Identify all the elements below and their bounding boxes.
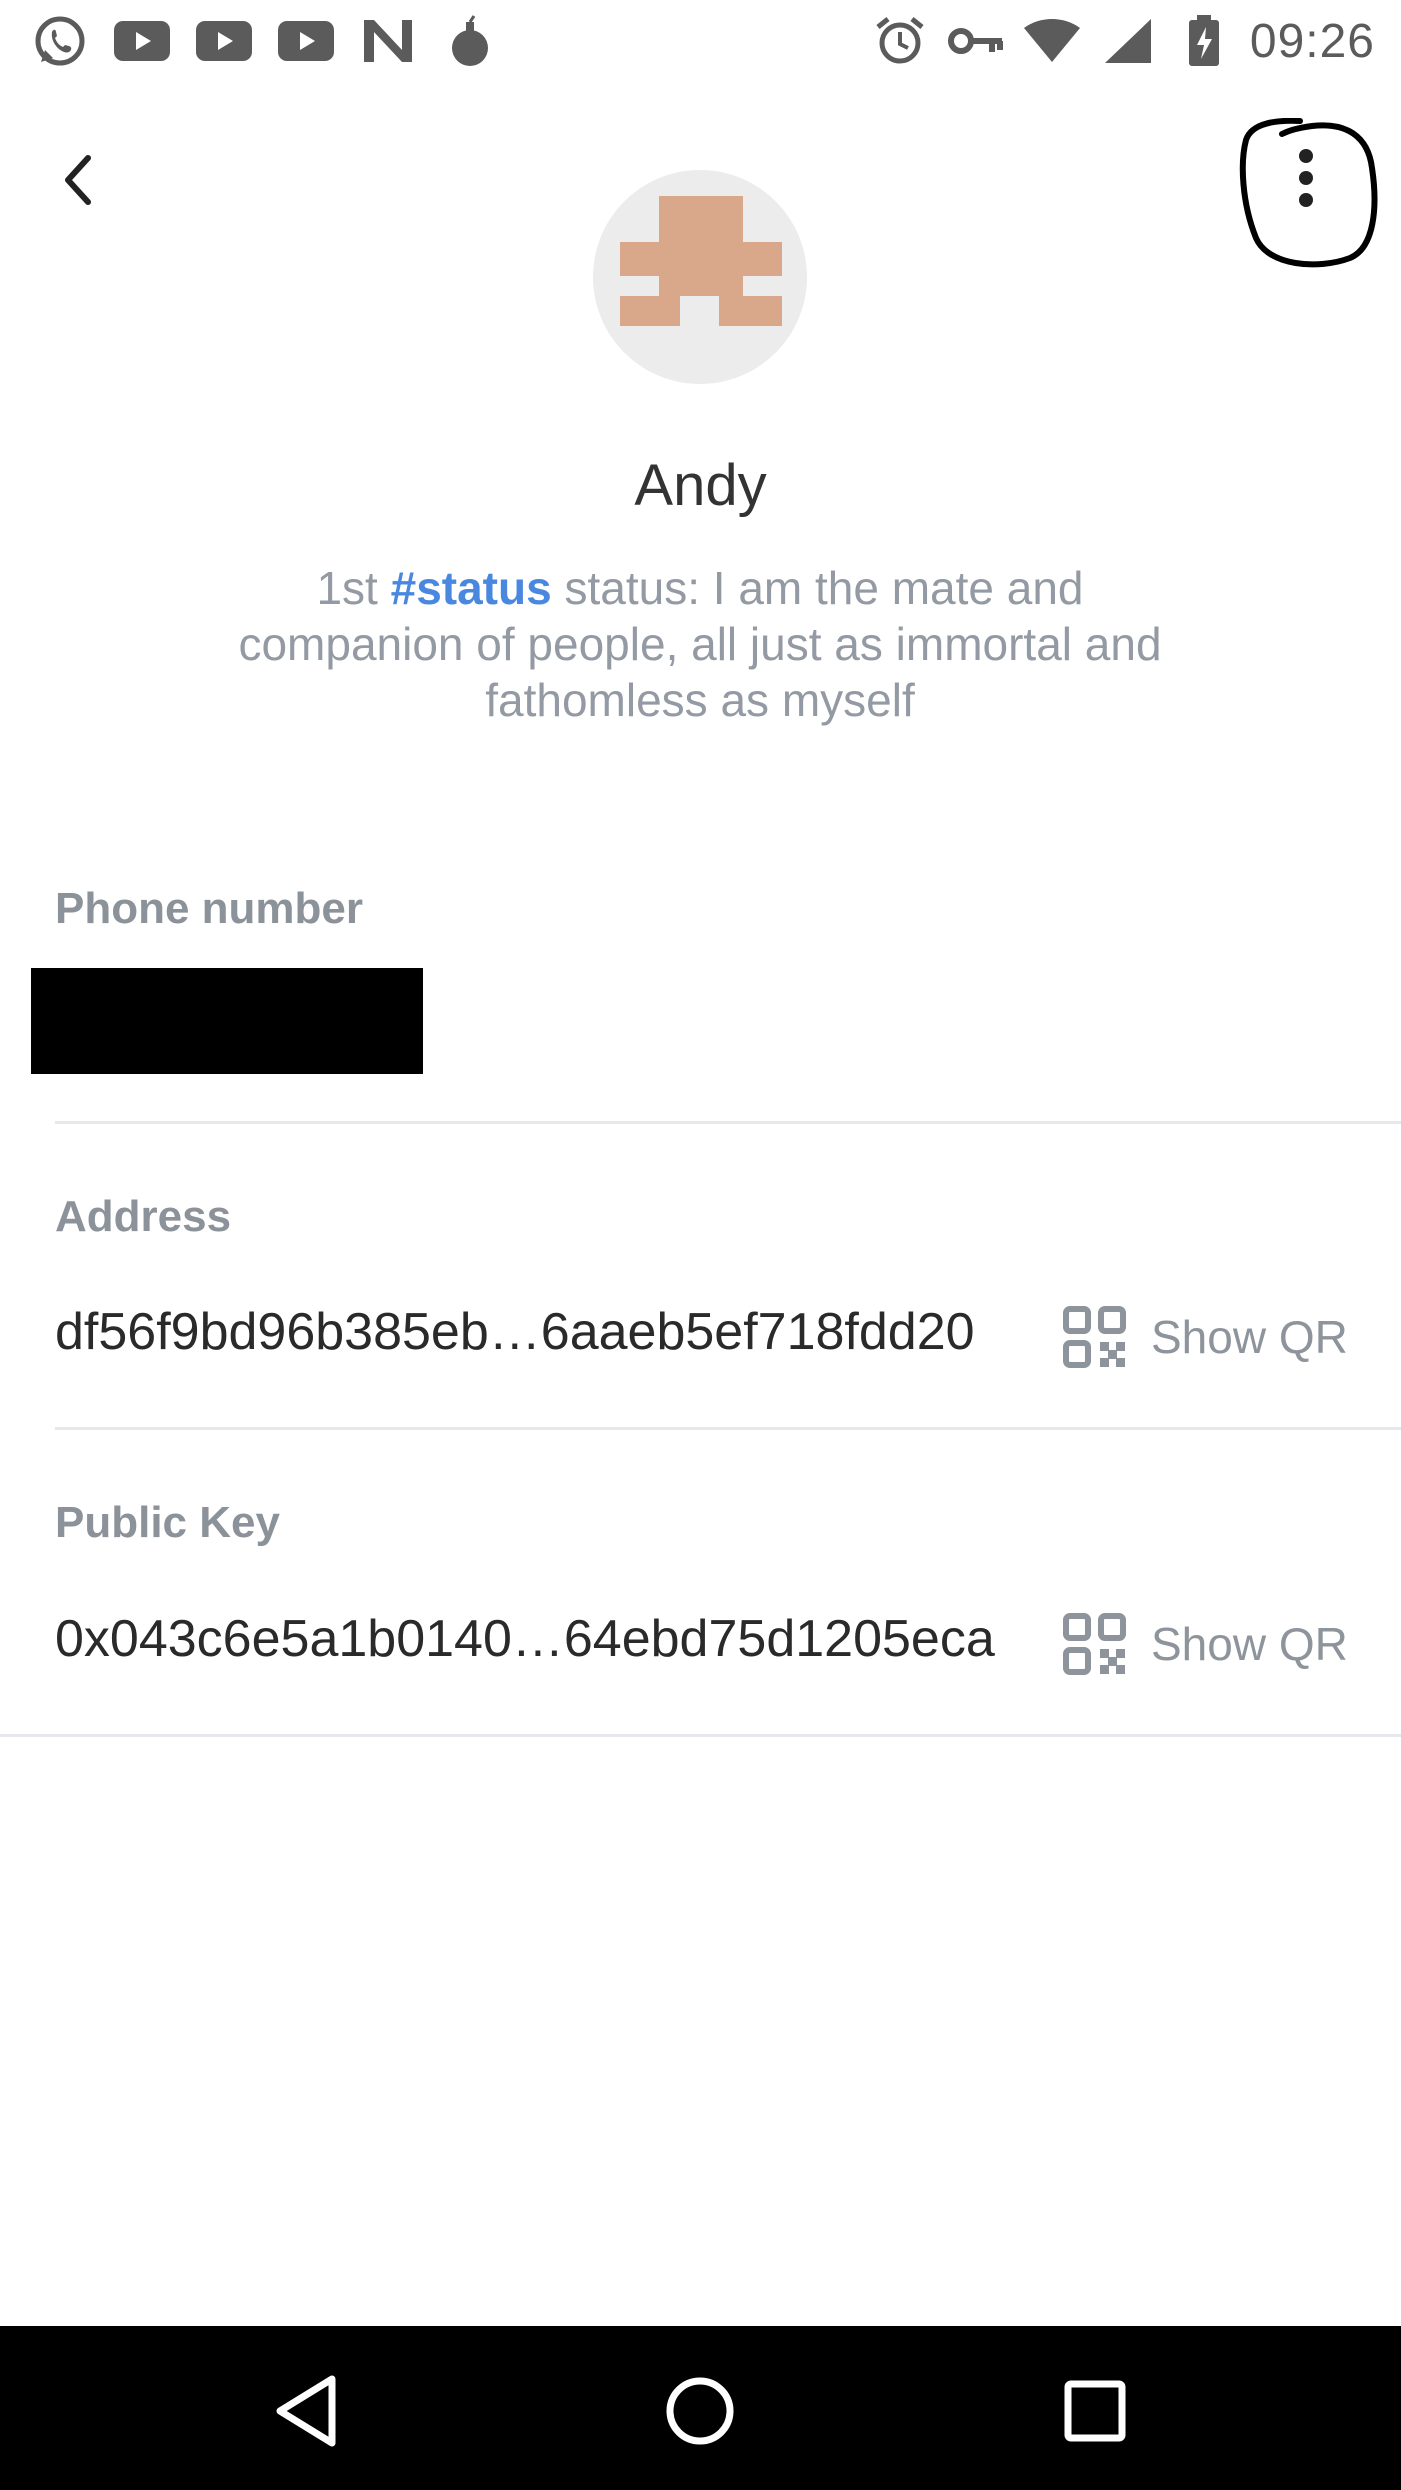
battery-charging-icon [1174,14,1234,68]
contact-name: Andy [634,453,767,518]
youtube-icon [112,14,172,68]
clock-time: 09:26 [1249,14,1375,68]
address-value[interactable]: df56f9bd96b385eb…6aaeb5ef718fdd20 [55,1302,975,1362]
divider [0,1734,1401,1737]
key-icon [946,14,1006,68]
circle-home-icon [666,2377,734,2445]
nav-recents-button[interactable] [1050,2366,1140,2456]
contact-status: 1st #status status: I am the mate and co… [230,560,1170,728]
system-icons: 09:26 [870,14,1375,68]
youtube-icon [276,14,336,68]
wifi-icon [1022,14,1082,68]
chevron-left-icon [65,155,91,205]
qr-code-icon [1063,1613,1126,1675]
n-icon [358,14,418,68]
nav-home-button[interactable] [655,2366,745,2456]
phone-number-redacted [31,968,423,1074]
divider [55,1427,1401,1430]
divider [55,1121,1401,1124]
public-key-show-qr-button[interactable]: Show QR [1063,1609,1348,1679]
more-vertical-icon [1299,149,1313,207]
identicon-image [620,196,782,326]
address-label: Address [55,1192,232,1241]
show-qr-label: Show QR [1151,1618,1348,1670]
youtube-icon [194,14,254,68]
qr-code-icon [1063,1306,1126,1368]
alarm-icon [870,14,930,68]
public-key-value[interactable]: 0x043c6e5a1b0140…64ebd75d1205eca [55,1609,995,1669]
status-bar: 09:26 [0,0,1401,82]
address-show-qr-button[interactable]: Show QR [1063,1302,1348,1372]
avatar [593,170,807,384]
back-button[interactable] [48,140,108,220]
public-key-label: Public Key [55,1498,280,1547]
system-nav-bar [0,2326,1401,2490]
show-qr-label: Show QR [1151,1311,1348,1363]
signal-icon [1098,14,1158,68]
triangle-back-icon [276,2375,336,2447]
notification-icons [30,14,500,68]
nav-back-button[interactable] [262,2366,352,2456]
phone-number-label: Phone number [55,884,364,933]
bomb-icon [440,14,500,68]
whatsapp-icon [30,14,90,68]
status-hashtag-link[interactable]: #status [391,562,552,614]
more-options-button[interactable] [1238,118,1378,273]
square-recents-icon [1064,2380,1126,2442]
status-prefix: 1st [316,562,391,614]
